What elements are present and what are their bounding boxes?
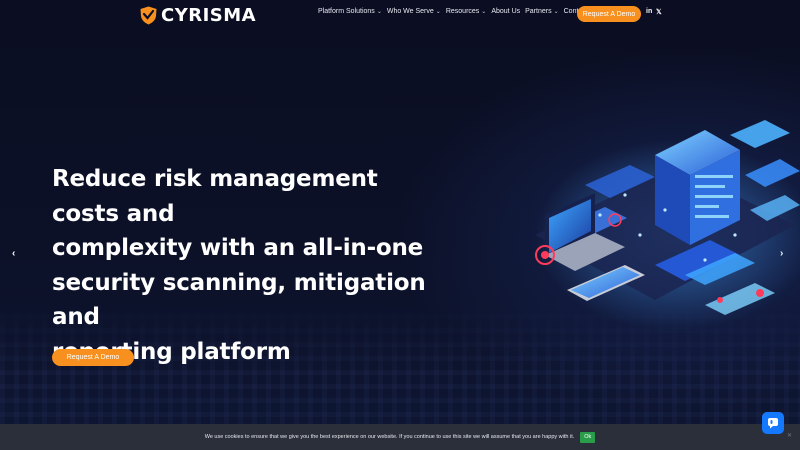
close-icon[interactable]: ✕: [787, 432, 792, 439]
request-demo-button[interactable]: Request A Demo: [577, 6, 641, 22]
chat-widget-button[interactable]: [762, 412, 784, 434]
nav-item-partners[interactable]: Partners ⌄: [525, 8, 559, 15]
chevron-down-icon: ⌄: [435, 9, 441, 15]
brand-logo[interactable]: CYRISMA: [140, 5, 256, 26]
chevron-left-icon[interactable]: ‹: [12, 248, 15, 259]
main-nav: Platform Solutions ⌄ Who We Serve ⌄ Reso…: [318, 8, 603, 15]
cookie-notice-text: We use cookies to ensure that we give yo…: [204, 434, 575, 440]
brand-name: CYRISMA: [161, 5, 257, 26]
chevron-down-icon: ⌄: [481, 9, 487, 15]
cookie-banner: We use cookies to ensure that we give yo…: [0, 424, 800, 450]
nav-item-about-us[interactable]: About Us: [491, 8, 520, 15]
shield-logo-icon: [140, 6, 157, 25]
hero-headline: Reduce risk management costs and complex…: [52, 166, 426, 365]
x-twitter-icon[interactable]: 𝕏: [656, 8, 662, 16]
security-platform-illustration: [535, 120, 800, 330]
linkedin-icon[interactable]: in: [646, 8, 652, 15]
nav-item-who-we-serve[interactable]: Who We Serve ⌄: [387, 8, 441, 15]
chevron-down-icon: ⌄: [553, 9, 559, 15]
cookie-ok-button[interactable]: Ok: [580, 431, 596, 443]
nav-item-resources[interactable]: Resources ⌄: [446, 8, 487, 15]
chevron-down-icon: ⌄: [376, 9, 382, 15]
site-header: CYRISMA Platform Solutions ⌄ Who We Serv…: [0, 0, 800, 28]
nav-item-platform-solutions[interactable]: Platform Solutions ⌄: [318, 8, 382, 15]
chat-icon: [768, 418, 778, 429]
hero-request-demo-button[interactable]: Request A Demo: [52, 349, 134, 366]
